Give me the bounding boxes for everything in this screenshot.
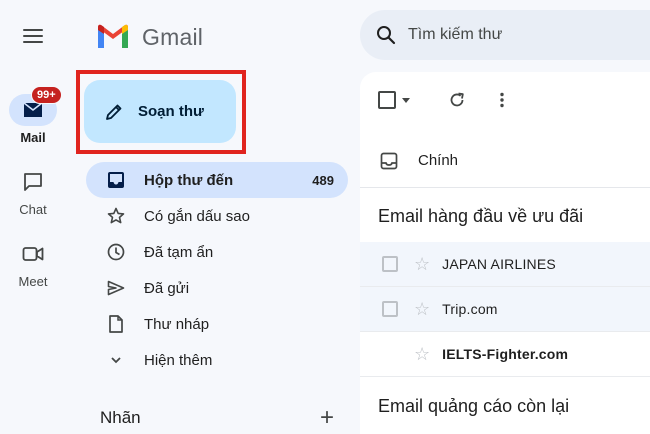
rail-mail-pill: 99+: [9, 86, 62, 126]
row-checkbox[interactable]: [382, 301, 398, 317]
nav-item-snoozed[interactable]: Đã tạm ẩn: [86, 234, 348, 270]
rail-mail-label: Mail: [20, 130, 46, 145]
row-checkbox[interactable]: [382, 256, 398, 272]
mail-icon: [23, 102, 43, 117]
send-icon: [106, 278, 126, 298]
star-outline-icon[interactable]: ☆: [414, 345, 430, 363]
video-camera-icon: [22, 247, 44, 261]
app-name: Gmail: [142, 23, 204, 50]
chevron-down-icon: [106, 350, 126, 370]
inbox-count: 489: [312, 172, 334, 188]
folder-nav: Hộp thư đến 489 Có gắn dấu sao Đã tạm ẩn…: [86, 162, 348, 378]
inbox-tab-icon: [380, 152, 398, 169]
select-all-checkbox[interactable]: [378, 91, 396, 109]
nav-label-more: Hiện thêm: [144, 351, 213, 369]
nav-item-more[interactable]: Hiện thêm: [86, 342, 348, 378]
email-sender: Trip.com: [442, 301, 498, 317]
refresh-button[interactable]: [445, 88, 469, 112]
left-rail: 99+ Mail Chat Meet: [0, 0, 72, 434]
rail-item-mail[interactable]: 99+ Mail: [0, 86, 66, 145]
star-icon: [106, 206, 126, 226]
nav-item-inbox[interactable]: Hộp thư đến 489: [86, 162, 348, 198]
nav-item-drafts[interactable]: Thư nháp: [86, 306, 348, 342]
gmail-m-icon: [98, 24, 128, 48]
add-label-button[interactable]: +: [320, 406, 334, 430]
inbox-icon: [106, 170, 126, 190]
star-outline-icon[interactable]: ☆: [414, 300, 430, 318]
pencil-icon: [106, 104, 122, 120]
section-title-top-deals: Email hàng đầu về ưu đãi: [378, 206, 584, 226]
labels-header: Nhãn +: [100, 406, 340, 434]
main-menu-icon[interactable]: [20, 24, 46, 48]
search-input[interactable]: [408, 26, 648, 44]
nav-label-starred: Có gắn dấu sao: [144, 207, 250, 225]
compose-button[interactable]: Soạn thư: [84, 80, 236, 143]
star-outline-icon[interactable]: ☆: [414, 255, 430, 273]
list-toolbar: [378, 88, 410, 112]
rail-item-meet[interactable]: Meet: [0, 238, 66, 289]
gmail-logo[interactable]: Gmail: [96, 22, 203, 52]
more-vertical-icon: [500, 92, 504, 108]
nav-label-sent: Đã gửi: [144, 279, 190, 297]
email-row[interactable]: ☆ Trip.com: [360, 287, 650, 332]
search-icon: [377, 26, 396, 45]
compose-label: Soạn thư: [138, 103, 204, 120]
rail-chat-label: Chat: [19, 202, 47, 217]
search-bar[interactable]: [360, 10, 650, 60]
nav-item-starred[interactable]: Có gắn dấu sao: [86, 198, 348, 234]
rail-meet-pill: [9, 238, 57, 270]
refresh-icon: [450, 92, 464, 107]
email-sender: JAPAN AIRLINES: [442, 256, 556, 272]
section-title-other-promotions: Email quảng cáo còn lại: [378, 396, 570, 416]
rail-chat-pill: [9, 166, 57, 198]
tab-primary[interactable]: Chính: [360, 134, 650, 188]
nav-label-drafts: Thư nháp: [144, 315, 210, 333]
nav-label-snoozed: Đã tạm ẩn: [144, 243, 214, 261]
more-options-button[interactable]: [490, 88, 514, 112]
tab-primary-label: Chính: [418, 152, 459, 169]
email-row[interactable]: ☆ IELTS-Fighter.com: [360, 332, 650, 377]
draft-file-icon: [106, 314, 126, 334]
unread-badge: 99+: [31, 86, 62, 104]
nav-item-sent[interactable]: Đã gửi: [86, 270, 348, 306]
rail-meet-label: Meet: [18, 274, 48, 289]
chat-icon: [24, 173, 42, 191]
rail-item-chat[interactable]: Chat: [0, 166, 66, 217]
mail-list-panel: Chính Email hàng đầu về ưu đãi ☆ JAPAN A…: [360, 72, 650, 434]
labels-title: Nhãn: [100, 408, 141, 427]
email-row[interactable]: ☆ JAPAN AIRLINES: [360, 242, 650, 287]
email-sender: IELTS-Fighter.com: [442, 346, 569, 362]
clock-icon: [106, 242, 126, 262]
nav-label-inbox: Hộp thư đến: [144, 171, 234, 189]
select-dropdown-caret[interactable]: [402, 97, 410, 103]
